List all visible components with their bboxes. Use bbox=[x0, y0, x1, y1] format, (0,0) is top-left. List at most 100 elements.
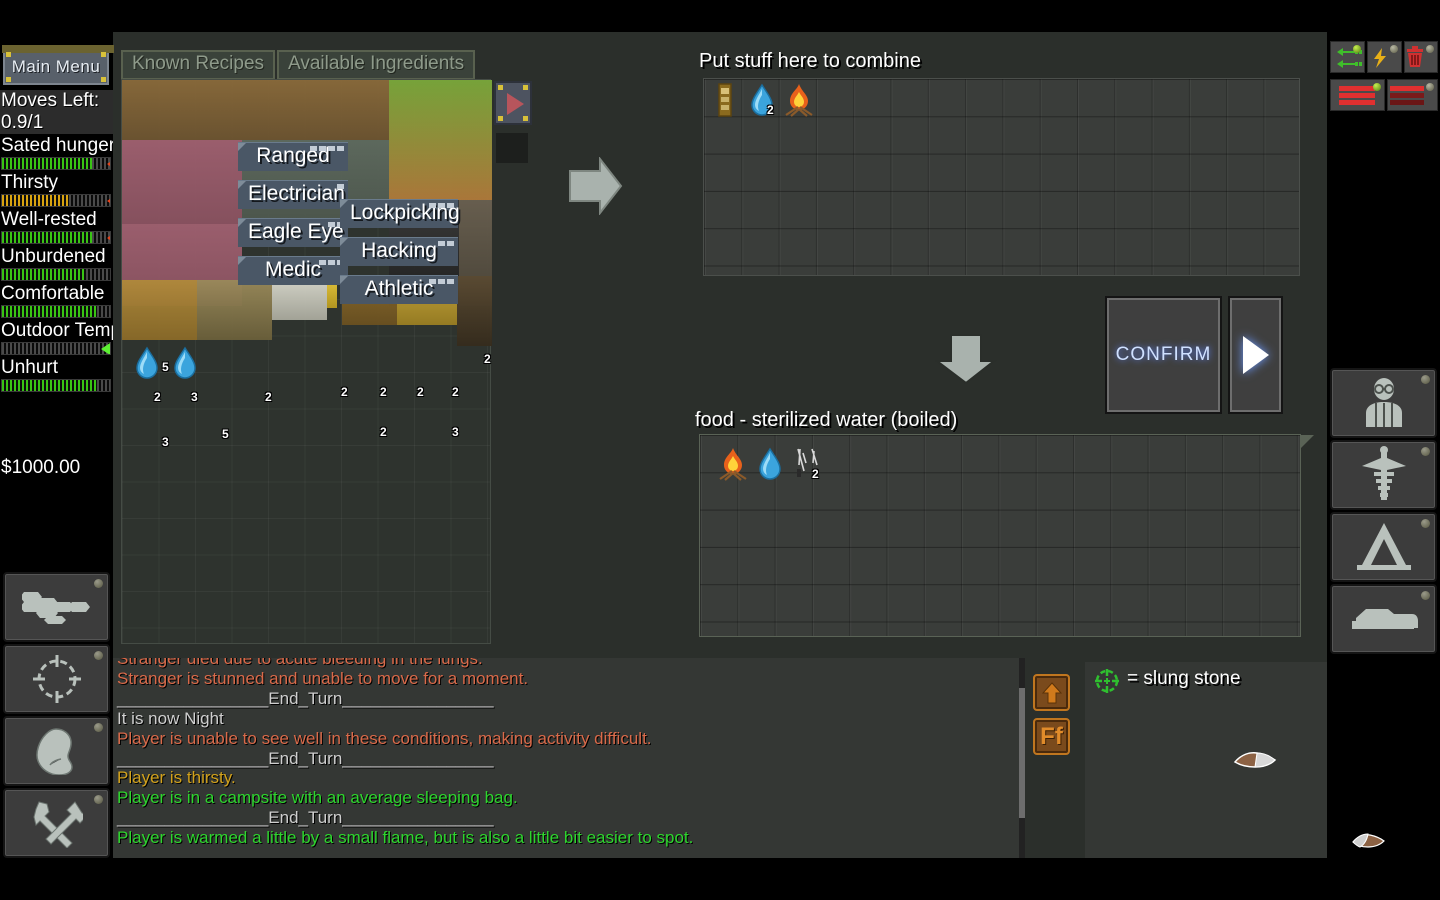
recipe-item-tile[interactable] bbox=[197, 280, 272, 340]
skill-chip-label: Athletic bbox=[364, 277, 434, 300]
recipe-item-tile[interactable] bbox=[272, 280, 327, 320]
message-log[interactable]: Stranger died due to acute bleeding in t… bbox=[113, 658, 1025, 858]
game-screen: Main Menu Moves Left: 0.9/1 Sated hunger… bbox=[0, 0, 1440, 900]
skill-chip-hacking[interactable]: Hacking bbox=[340, 237, 458, 266]
status-label-6: Unhurt bbox=[1, 357, 59, 378]
recipe-item-tile[interactable] bbox=[197, 342, 272, 412]
main-menu-label: Main Menu bbox=[11, 57, 101, 76]
skill-chip-medic[interactable]: Medic bbox=[238, 256, 348, 285]
right-icon-button-column bbox=[1330, 368, 1437, 656]
recipe-item-quantity: 2 bbox=[380, 425, 387, 439]
message-log-lines: Stranger died due to acute bleeding in t… bbox=[113, 658, 1013, 848]
output-slot-grid[interactable]: 2 bbox=[699, 434, 1314, 637]
log-line-0: Stranger died due to acute bleeding in t… bbox=[117, 658, 483, 668]
combine-area-title: Put stuff here to combine bbox=[699, 50, 921, 72]
status-label-4: Comfortable bbox=[1, 283, 105, 304]
stone-item-small-icon[interactable] bbox=[1352, 830, 1388, 855]
skill-level-dots bbox=[429, 279, 454, 284]
next-button[interactable] bbox=[1228, 296, 1283, 414]
combine-slot-bottle-item[interactable] bbox=[708, 83, 742, 122]
output-slot-sticks-item[interactable]: 2 bbox=[790, 447, 824, 486]
output-slot-campfire-item[interactable] bbox=[716, 447, 750, 486]
recipe-grid-panel[interactable]: 2 3 2 2 2 2 2 2 3 5 5 3 2 Ranged Electrician Eagle Eye… bbox=[121, 79, 492, 644]
transfer-right-arrow-icon[interactable] bbox=[568, 156, 623, 220]
log-line-6: Player is thirsty. bbox=[117, 768, 236, 788]
recipe-tab-bar: Known Recipes Available Ingredients bbox=[121, 50, 476, 80]
recipe-item-tile[interactable] bbox=[122, 140, 242, 224]
combine-slot-grid[interactable]: 2 bbox=[703, 78, 1300, 276]
tools-icon bbox=[32, 801, 83, 848]
skill-chip-label: Medic bbox=[264, 258, 322, 281]
tab-known-recipes[interactable]: Known Recipes bbox=[121, 50, 276, 80]
combine-slot-water-item[interactable]: 2 bbox=[745, 83, 779, 122]
medical-icon-button[interactable] bbox=[1330, 440, 1437, 510]
log-scroll-up-button[interactable] bbox=[1033, 674, 1070, 711]
skill-chip-ranged[interactable]: Ranged bbox=[238, 142, 348, 171]
character-icon bbox=[1365, 378, 1402, 427]
muscle-icon-button[interactable] bbox=[3, 716, 110, 786]
transfer-arrows-icon-button[interactable] bbox=[1330, 41, 1365, 73]
skill-chip-label: Electrician bbox=[248, 182, 345, 205]
recipe-item-tile[interactable] bbox=[457, 276, 492, 346]
lightning-icon-button[interactable] bbox=[1367, 41, 1402, 73]
skill-chip-electrician[interactable]: Electrician bbox=[238, 180, 348, 209]
trash-icon-button[interactable] bbox=[1404, 41, 1438, 73]
compass-icon-button[interactable] bbox=[3, 644, 110, 714]
list-red-dim-icon-button[interactable] bbox=[1387, 79, 1438, 111]
status-marker-5 bbox=[101, 343, 110, 354]
recipe-item-quantity: 2 bbox=[484, 352, 491, 366]
recipe-item-water[interactable] bbox=[168, 346, 202, 385]
item-quantity: 2 bbox=[812, 467, 819, 481]
next-triangle-icon bbox=[1242, 336, 1269, 374]
log-line-8: ________________End_Turn________________ bbox=[117, 808, 494, 828]
recipe-item-quantity: 2 bbox=[265, 390, 272, 404]
tent-icon-button[interactable] bbox=[1330, 512, 1437, 582]
recipe-play-button[interactable] bbox=[494, 81, 532, 125]
recipe-item-quantity: 2 bbox=[154, 390, 161, 404]
confirm-button-label: CONFIRM bbox=[1115, 344, 1212, 365]
play-triangle-icon bbox=[507, 93, 524, 115]
map-hexes-icon-button[interactable] bbox=[3, 572, 110, 642]
recipe-item-quantity: 2 bbox=[380, 385, 387, 399]
bottom-black-bar bbox=[0, 858, 1440, 900]
recipe-item-quantity: 2 bbox=[417, 385, 424, 399]
moves-left-readout: Moves Left: 0.9/1 bbox=[0, 90, 113, 134]
left-sidebar: Main Menu Moves Left: 0.9/1 Sated hunger… bbox=[0, 32, 114, 860]
slung-item-panel[interactable]: = slung stone x2 bbox=[1085, 662, 1385, 858]
slung-item-label: = slung stone bbox=[1127, 668, 1241, 689]
skill-chip-athletic[interactable]: Athletic bbox=[340, 275, 458, 304]
list-red-icon-button[interactable] bbox=[1330, 79, 1385, 111]
left-icon-button-column bbox=[3, 572, 110, 860]
status-label-5: Outdoor Temp bbox=[1, 320, 113, 341]
recipe-item-tile[interactable] bbox=[122, 280, 197, 340]
main-menu-button[interactable]: Main Menu bbox=[2, 45, 114, 85]
status-label-3: Unburdened bbox=[1, 246, 106, 267]
top-black-bar bbox=[0, 0, 1440, 32]
vehicle-icon bbox=[1351, 609, 1418, 629]
output-slot-water-item[interactable] bbox=[753, 447, 787, 486]
stone-item-large-icon[interactable] bbox=[1233, 746, 1281, 775]
tab-available-ingredients[interactable]: Available Ingredients bbox=[277, 50, 476, 80]
fast-forward-button[interactable]: Ff bbox=[1033, 718, 1070, 755]
log-line-7: Player is in a campsite with an average … bbox=[117, 788, 518, 808]
combine-slot-campfire-item[interactable] bbox=[782, 83, 816, 122]
status-label-0: Sated hunger bbox=[1, 135, 113, 156]
skill-chip-lockpicking[interactable]: Lockpicking bbox=[340, 199, 460, 228]
message-log-scrollbar[interactable] bbox=[1019, 658, 1025, 858]
character-icon-button[interactable] bbox=[1330, 368, 1437, 438]
recipe-item-tile[interactable] bbox=[389, 80, 492, 200]
transfer-down-arrow-icon[interactable] bbox=[934, 333, 997, 390]
tent-icon bbox=[1356, 523, 1411, 570]
recipe-secondary-button[interactable] bbox=[496, 133, 528, 163]
recipe-item-water[interactable] bbox=[130, 346, 164, 385]
confirm-button[interactable]: CONFIRM bbox=[1105, 296, 1222, 414]
tools-icon-button[interactable] bbox=[3, 788, 110, 858]
status-bar-3 bbox=[1, 268, 111, 281]
skill-chip-eagle-eye[interactable]: Eagle Eye bbox=[238, 218, 348, 247]
recipe-item-quantity: 3 bbox=[452, 425, 459, 439]
recipe-item-tile[interactable] bbox=[122, 80, 389, 140]
vehicle-icon-button[interactable] bbox=[1330, 584, 1437, 654]
log-line-1: Stranger is stunned and unable to move f… bbox=[117, 668, 529, 688]
status-bar-2 bbox=[1, 231, 111, 244]
status-label-2: Well-rested bbox=[1, 209, 97, 230]
